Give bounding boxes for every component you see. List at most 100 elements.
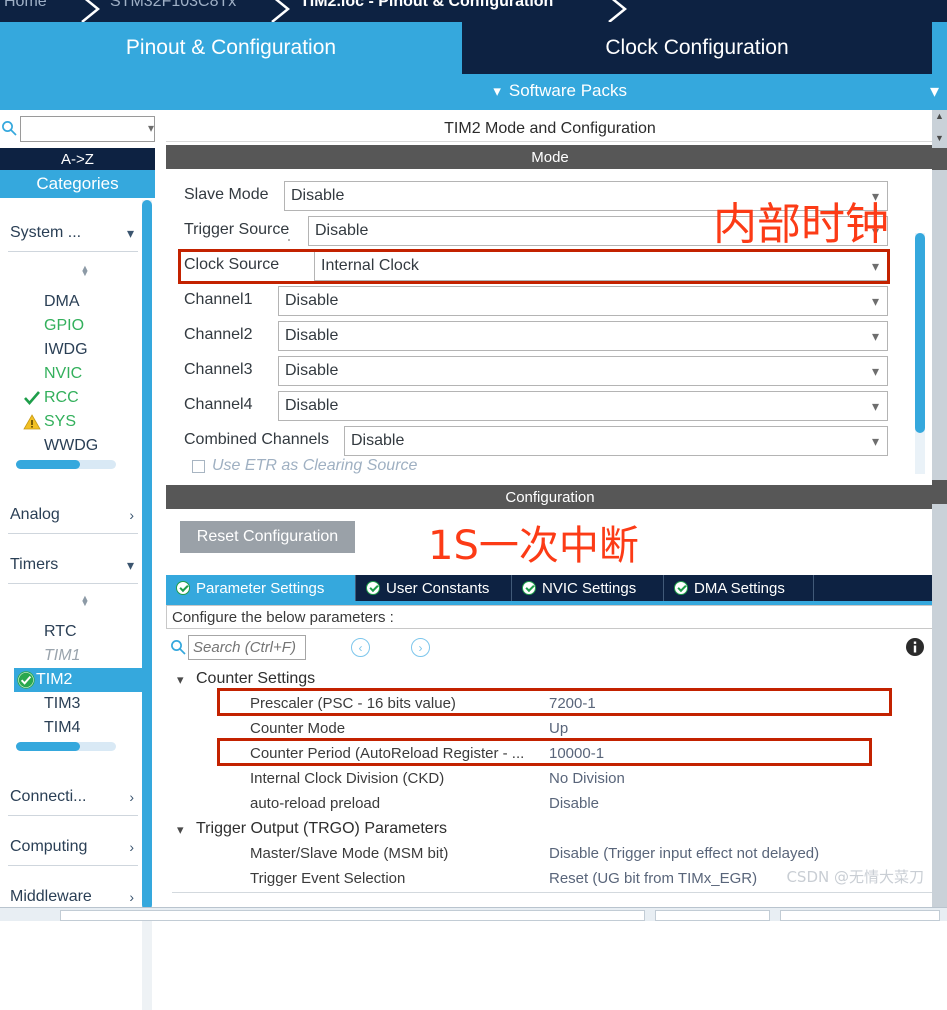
chevron-down-icon: ▾ — [872, 328, 879, 345]
tree-group-trgo-parameters[interactable]: ▾ Trigger Output (TRGO) Parameters — [166, 817, 934, 842]
check-circle-icon — [17, 671, 35, 689]
table-row-auto-reload-preload[interactable]: auto-reload preload Disable — [166, 792, 934, 817]
reset-configuration-button[interactable]: Reset Configuration — [180, 521, 355, 553]
search-input[interactable] — [20, 116, 155, 142]
parameter-value: Up — [549, 720, 568, 737]
sidebar-group-scroll-system[interactable] — [16, 460, 116, 469]
sidebar-scrollbar[interactable] — [142, 200, 152, 1010]
chevron-down-icon: ▾ — [872, 258, 879, 275]
status-bar-segment-1 — [60, 910, 645, 921]
sidebar-item-tim1[interactable]: TIM1 — [22, 644, 140, 668]
check-circle-icon — [176, 581, 190, 595]
parameter-value: Reset (UG bit from TIMx_EGR) — [549, 870, 757, 887]
chevron-down-icon[interactable]: ▾ — [177, 672, 184, 688]
sidebar-group-scroll-timers[interactable] — [16, 742, 116, 751]
window-scrollbar[interactable]: ▲ ▼ — [932, 110, 947, 910]
sidebar-group-computing[interactable]: Computing › — [8, 832, 138, 866]
parameter-search-input[interactable] — [188, 635, 306, 660]
table-row-prescaler[interactable]: Prescaler (PSC - 16 bits value) 7200-1 — [166, 692, 934, 717]
sidebar-item-wwdg[interactable]: WWDG — [22, 434, 140, 458]
tab-parameter-settings[interactable]: Parameter Settings — [166, 575, 356, 601]
blank-icon — [23, 341, 41, 359]
search-prev-button[interactable]: ‹ — [351, 638, 370, 657]
chevron-down-icon[interactable]: ▾ — [177, 822, 184, 838]
scroll-up-arrow-icon[interactable]: ▲ — [933, 110, 946, 122]
watermark: CSDN @无情大菜刀 — [786, 866, 924, 887]
scroll-spinner-icon[interactable]: ▲▼ — [78, 266, 92, 276]
scroll-block-mid[interactable] — [932, 480, 947, 504]
tab-user-constants[interactable]: User Constants — [356, 575, 512, 601]
sidebar-search-row: ▾ — [0, 114, 160, 144]
software-packs-menu[interactable]: ▾ Software Packs — [493, 81, 627, 101]
sidebar-group-middleware-label: Middleware — [10, 888, 92, 906]
channel2-label: Channel2 — [184, 326, 253, 344]
clock-source-select[interactable]: Internal Clock ▾ — [314, 251, 888, 281]
mode-scrollbar[interactable] — [915, 233, 925, 474]
search-icon — [1, 120, 17, 136]
sidebar-item-nvic[interactable]: NVIC — [22, 362, 140, 386]
parameter-name: auto-reload preload — [250, 795, 380, 812]
combined-channels-select[interactable]: Disable ▾ — [344, 426, 888, 456]
sidebar-group-system-label: System ... — [10, 224, 81, 242]
sidebar-group-analog-label: Analog — [10, 506, 60, 524]
parameter-value: Disable (Trigger input effect not delaye… — [549, 845, 819, 862]
blank-icon — [23, 695, 41, 713]
breadcrumb-item-current[interactable]: TIM2.ioc - Pinout & Configuration — [300, 0, 553, 11]
table-row-internal-clock-division[interactable]: Internal Clock Division (CKD) No Divisio… — [166, 767, 934, 792]
breadcrumb-item-mcu[interactable]: STM32F103C8Tx — [110, 0, 236, 11]
scroll-down-arrow-icon[interactable]: ▼ — [933, 132, 946, 144]
sidebar-item-tim2[interactable]: TIM2 — [14, 668, 142, 692]
tab-dma-settings[interactable]: DMA Settings — [664, 575, 814, 601]
tab-label: DMA Settings — [694, 580, 785, 597]
sidebar-group-system[interactable]: System ... ▾ — [8, 218, 138, 252]
channel1-select[interactable]: Disable ▾ — [278, 286, 888, 316]
sidebar-item-label: SYS — [44, 413, 76, 431]
categories-button[interactable]: Categories — [0, 170, 155, 198]
checkbox-icon — [192, 460, 205, 473]
sidebar-item-dma[interactable]: DMA — [22, 290, 140, 314]
sidebar-scroll-thumb[interactable] — [142, 200, 152, 910]
table-row-counter-mode[interactable]: Counter Mode Up — [166, 717, 934, 742]
channel3-select[interactable]: Disable ▾ — [278, 356, 888, 386]
breadcrumb-item-home[interactable]: Home — [4, 0, 47, 11]
sidebar-group-connectivity-label: Connecti... — [10, 788, 86, 806]
parameter-name: Counter Period (AutoReload Register - ..… — [250, 745, 524, 762]
chevron-down-icon: ▾ — [872, 433, 879, 450]
sidebar-item-tim3[interactable]: TIM3 — [22, 692, 140, 716]
channel4-select[interactable]: Disable ▾ — [278, 391, 888, 421]
tab-nvic-settings[interactable]: NVIC Settings — [512, 575, 664, 601]
sidebar-item-rtc[interactable]: RTC — [22, 620, 140, 644]
sidebar-group-timers[interactable]: Timers ▾ — [8, 550, 138, 584]
tab-clock-configuration[interactable]: Clock Configuration — [462, 22, 932, 74]
scroll-spinner-icon-2[interactable]: ▲▼ — [78, 596, 92, 606]
mode-scroll-thumb[interactable] — [915, 233, 925, 433]
sidebar-item-sys[interactable]: SYS — [22, 410, 140, 434]
sort-az-button[interactable]: A->Z — [0, 148, 155, 170]
search-next-button[interactable]: › — [411, 638, 430, 657]
tab-pinout-configuration[interactable]: Pinout & Configuration — [0, 22, 462, 74]
slave-mode-label: Slave Mode — [184, 186, 269, 204]
sidebar-item-gpio[interactable]: GPIO — [22, 314, 140, 338]
info-icon[interactable] — [905, 636, 925, 658]
scroll-block-top[interactable] — [932, 148, 947, 170]
use-etr-clearing-source-checkbox[interactable]: Use ETR as Clearing Source — [192, 457, 417, 474]
table-row-counter-period[interactable]: Counter Period (AutoReload Register - ..… — [166, 742, 934, 767]
software-packs-expand-icon[interactable]: ▾ — [930, 81, 939, 102]
sidebar-item-label: TIM3 — [44, 695, 80, 713]
check-circle-icon — [366, 581, 380, 595]
tree-group-counter-settings[interactable]: ▾ Counter Settings — [166, 667, 934, 692]
sidebar-item-label: RCC — [44, 389, 79, 407]
chevron-down-icon: ▾ — [127, 557, 134, 574]
sidebar-item-tim4[interactable]: TIM4 — [22, 716, 140, 740]
sidebar-group-connectivity[interactable]: Connecti... › — [8, 782, 138, 816]
sidebar-item-iwdg[interactable]: IWDG — [22, 338, 140, 362]
table-row-master-slave-mode[interactable]: Master/Slave Mode (MSM bit) Disable (Tri… — [166, 842, 934, 867]
sidebar-group-timers-label: Timers — [10, 556, 58, 574]
chevron-down-icon[interactable]: ▾ — [148, 121, 154, 135]
clock-source-value: Internal Clock — [321, 257, 419, 275]
sidebar-item-rcc[interactable]: RCC — [22, 386, 140, 410]
channel2-select[interactable]: Disable ▾ — [278, 321, 888, 351]
breadcrumb-separator-icon-3 — [605, 0, 631, 22]
sidebar-group-analog[interactable]: Analog › — [8, 500, 138, 534]
sidebar-item-label: DMA — [44, 293, 80, 311]
